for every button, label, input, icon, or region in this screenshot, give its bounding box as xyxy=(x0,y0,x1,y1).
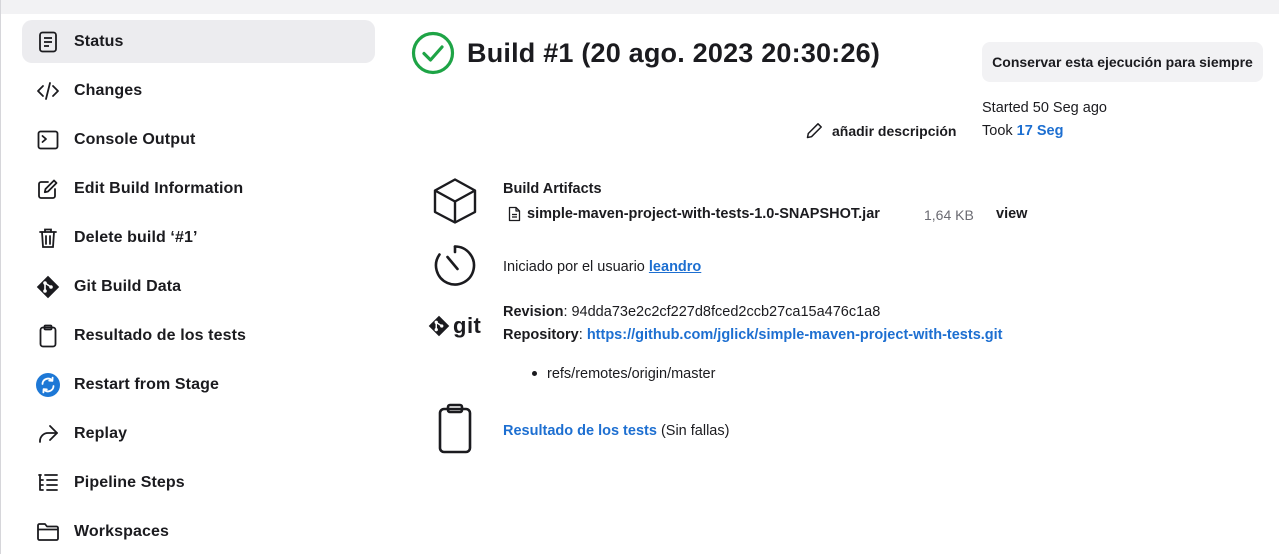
started-by-text: Iniciado por el usuario leandro xyxy=(503,259,701,275)
sidebar-item-label: Replay xyxy=(74,424,128,442)
list-bullet xyxy=(532,371,537,376)
repository-line: Repository: https://github.com/jglick/si… xyxy=(503,327,1003,343)
document-icon xyxy=(36,30,60,54)
started-by-label: Iniciado por el usuario xyxy=(503,259,645,275)
left-border xyxy=(0,0,1,554)
add-description-label: añadir descripción xyxy=(832,122,957,139)
add-description-button[interactable]: añadir descripción xyxy=(806,122,956,139)
sidebar-item-label: Delete build ‘#1’ xyxy=(74,228,198,246)
edit-icon xyxy=(36,177,60,201)
code-icon xyxy=(36,79,60,103)
sidebar-item-console-output[interactable]: Console Output xyxy=(22,118,375,161)
page-header: Build #1 (20 ago. 2023 20:30:26) xyxy=(411,31,880,75)
started-text: Started 50 Seg ago xyxy=(982,100,1107,116)
took-duration-link[interactable]: 17 Seg xyxy=(1017,123,1064,139)
sidebar-item-changes[interactable]: Changes xyxy=(22,69,375,112)
sidebar-item-edit-build-information[interactable]: Edit Build Information xyxy=(22,167,375,210)
timer-icon xyxy=(430,240,480,290)
repository-link[interactable]: https://github.com/jglick/simple-maven-p… xyxy=(587,327,1003,343)
sidebar-item-label: Console Output xyxy=(74,130,196,148)
sidebar-item-status[interactable]: Status xyxy=(22,20,375,63)
build-artifacts-link[interactable]: Build Artifacts xyxy=(503,181,602,197)
sidebar-item-label: Edit Build Information xyxy=(74,179,244,197)
clipboard-icon xyxy=(430,403,480,454)
sidebar-item-workspaces[interactable]: Workspaces xyxy=(22,510,375,553)
revision-line: Revision: 94dda73e2c2cf227d8fced2ccb27ca… xyxy=(503,304,880,320)
sidebar: Status Changes Console Output Edit Build… xyxy=(22,20,375,554)
git-logo: git xyxy=(428,313,481,339)
restart-icon xyxy=(36,372,60,397)
sidebar-item-restart-from-stage[interactable]: Restart from Stage xyxy=(22,363,375,406)
folder-icon xyxy=(36,520,60,544)
steps-icon xyxy=(36,471,60,495)
artifact-view-link[interactable]: view xyxy=(996,206,1027,222)
took-text: Took 17 Seg xyxy=(982,123,1063,139)
user-link[interactable]: leandro xyxy=(649,259,701,275)
sidebar-item-test-results[interactable]: Resultado de los tests xyxy=(22,314,375,357)
top-strip xyxy=(0,0,1279,14)
trash-icon xyxy=(36,226,60,250)
artifact-file-link[interactable]: simple-maven-project-with-tests-1.0-SNAP… xyxy=(527,206,880,222)
terminal-icon xyxy=(36,128,60,152)
sidebar-item-label: Pipeline Steps xyxy=(74,473,185,491)
package-icon xyxy=(430,176,480,226)
sidebar-item-label: Changes xyxy=(74,81,143,99)
test-results-link[interactable]: Resultado de los tests xyxy=(503,423,657,439)
test-results-line: Resultado de los tests (Sin fallas) xyxy=(503,423,729,439)
took-label: Took xyxy=(982,123,1013,139)
artifact-size: 1,64 KB xyxy=(924,207,974,223)
clipboard-icon xyxy=(36,324,60,348)
git-logo-text: git xyxy=(453,313,482,338)
repository-separator: : xyxy=(578,327,587,343)
sidebar-item-label: Restart from Stage xyxy=(74,375,219,393)
sidebar-item-git-build-data[interactable]: Git Build Data xyxy=(22,265,375,308)
sidebar-item-delete-build[interactable]: Delete build ‘#1’ xyxy=(22,216,375,259)
sidebar-item-label: Git Build Data xyxy=(74,277,182,295)
replay-icon xyxy=(36,422,60,446)
sidebar-item-label: Status xyxy=(74,32,124,50)
revision-label: Revision xyxy=(503,304,564,320)
revision-value: : 94dda73e2c2cf227d8fced2ccb27ca15a476c1… xyxy=(563,304,881,320)
pencil-icon xyxy=(806,122,823,139)
success-check-icon xyxy=(411,31,455,75)
sidebar-item-replay[interactable]: Replay xyxy=(22,412,375,455)
branch-item: refs/remotes/origin/master xyxy=(547,366,716,382)
keep-forever-button[interactable]: Conservar esta ejecución para siempre xyxy=(982,42,1263,82)
sidebar-item-label: Resultado de los tests xyxy=(74,326,247,344)
sidebar-item-pipeline-steps[interactable]: Pipeline Steps xyxy=(22,461,375,504)
git-logo-icon xyxy=(428,315,450,337)
page-title: Build #1 (20 ago. 2023 20:30:26) xyxy=(467,37,881,68)
test-results-note: (Sin fallas) xyxy=(660,423,730,439)
sidebar-item-label: Workspaces xyxy=(74,522,169,540)
file-icon xyxy=(508,206,521,222)
repository-label: Repository xyxy=(503,327,579,343)
git-icon xyxy=(36,275,60,299)
